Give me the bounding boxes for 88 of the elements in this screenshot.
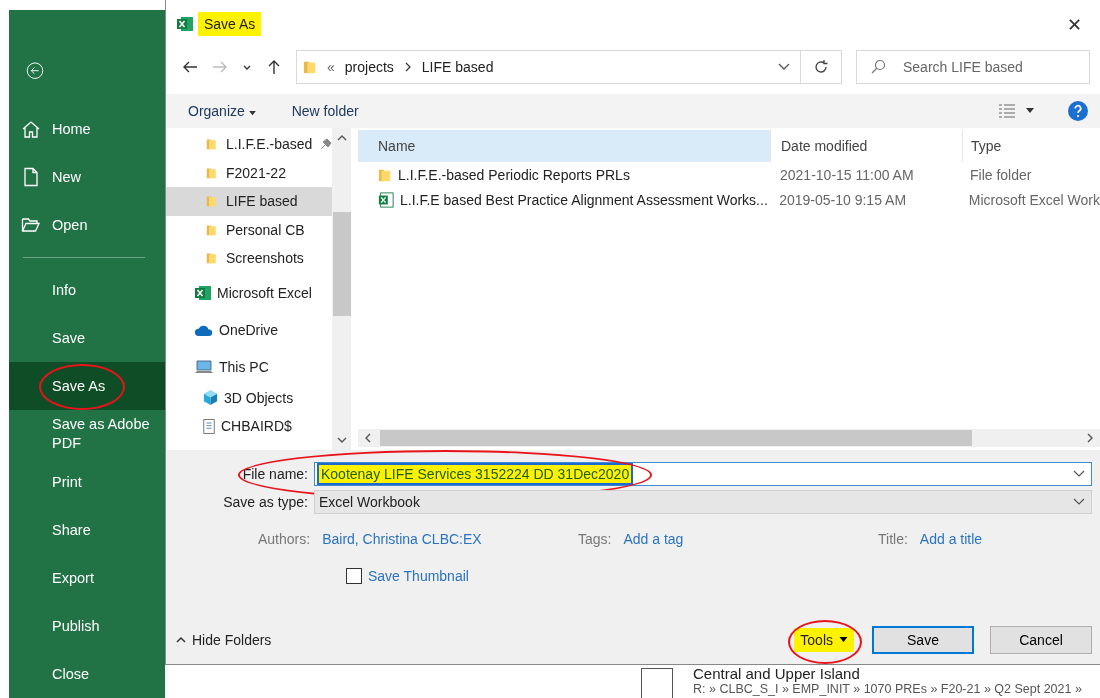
- folder-icon: [303, 59, 317, 75]
- field-label: Title:: [878, 531, 908, 547]
- computer-icon: [194, 359, 214, 375]
- metadata-link[interactable]: Add a tag: [623, 531, 684, 547]
- spreadsheet-icon: [378, 191, 394, 208]
- metadata-link[interactable]: Baird, Christina CLBC:EX: [322, 531, 482, 547]
- field-label: Save as type:: [222, 494, 308, 510]
- checkbox[interactable]: [641, 668, 673, 698]
- sidebar-item[interactable]: Info: [9, 266, 165, 314]
- chevron-down-icon: [1073, 497, 1085, 507]
- field-label: Authors:: [258, 531, 311, 547]
- sidebar-item[interactable]: Export: [9, 554, 165, 602]
- sidebar-item[interactable]: Save As: [9, 362, 165, 410]
- nav-item[interactable]: 3D Objects: [166, 383, 333, 412]
- nav-item[interactable]: Screenshots: [166, 244, 333, 273]
- nav-item[interactable]: LIFE based: [166, 187, 333, 216]
- sidebar-item[interactable]: Open: [9, 201, 165, 250]
- sidebar-item[interactable]: Close: [9, 650, 165, 698]
- nav-item[interactable]: Microsoft Excel: [166, 276, 333, 310]
- file-name-value: Kootenay LIFE Services 3152224 DD 31Dec2020: [319, 465, 632, 483]
- checkbox[interactable]: [346, 568, 362, 584]
- item-path: R: » CLBC_S_I » EMP_INIT » 1070 PREs » F20-21 » Q2 Sept 2021 »: [693, 682, 1082, 697]
- chevron-up-icon: [176, 636, 186, 644]
- organize-button[interactable]: Organize: [188, 103, 256, 119]
- item-title: Central and Upper Island: [693, 665, 861, 682]
- column-header[interactable]: Type: [962, 130, 1100, 162]
- spreadsheet-icon: [194, 284, 212, 302]
- nav-item[interactable]: F2021-22: [166, 158, 333, 187]
- nav-item[interactable]: CHBAIRD$: [166, 412, 333, 441]
- chevron-right-icon[interactable]: [1086, 433, 1094, 443]
- tools-button[interactable]: Tools: [794, 628, 854, 652]
- checkbox-label[interactable]: Save Thumbnail: [368, 568, 469, 584]
- scrollbar[interactable]: [332, 128, 351, 450]
- sidebar-item[interactable]: Share: [9, 506, 165, 554]
- sidebar-item[interactable]: Print: [9, 458, 165, 506]
- cloud-icon: [194, 323, 214, 337]
- file-row[interactable]: L.I.F.E.-based Periodic Reports PRLs 2021-10-15 11:00 AM File folder: [358, 162, 1100, 187]
- sidebar-item[interactable]: Save as Adobe PDF: [9, 410, 165, 458]
- breadcrumb-item[interactable]: projects: [344, 59, 394, 75]
- help-icon[interactable]: [1068, 101, 1088, 121]
- new-folder-button[interactable]: New folder: [291, 103, 359, 119]
- file-name-field[interactable]: Kootenay LIFE Services 3152224 DD 31Dec2020: [314, 462, 1092, 486]
- sidebar-item[interactable]: Save: [9, 314, 165, 362]
- file-date: 2021-10-15 11:00 AM: [779, 166, 915, 183]
- file-type: Microsoft Excel Work: [967, 191, 1100, 208]
- file-row[interactable]: L.I.F.E based Best Practice Alignment Assessment Works... 2019-05-10 9:15 AM Microsoft Excel Work: [358, 187, 1100, 212]
- column-header[interactable]: Date modified: [770, 130, 962, 162]
- field-label: Tags:: [578, 531, 612, 547]
- cancel-button[interactable]: Cancel: [990, 626, 1092, 654]
- caret-icon[interactable]: [1026, 108, 1034, 114]
- home-icon: [21, 119, 41, 140]
- scrollbar[interactable]: [358, 429, 1100, 447]
- overflow-chevron: «: [327, 59, 335, 75]
- spreadsheet-icon: [176, 15, 194, 33]
- nav-item[interactable]: This PC: [166, 350, 333, 384]
- field-label: File name:: [241, 466, 308, 482]
- file-type: File folder: [969, 166, 1033, 183]
- window-title: Save As: [198, 12, 262, 36]
- sidebar-item[interactable]: Home: [9, 105, 165, 154]
- caret-icon: [248, 111, 256, 116]
- nav-item[interactable]: Personal CB: [166, 215, 333, 244]
- sidebar-item[interactable]: New: [9, 153, 165, 202]
- up-arrow-icon[interactable]: [266, 59, 282, 75]
- metadata-link[interactable]: Add a title: [919, 531, 983, 547]
- hide-folders-button[interactable]: Hide Folders: [176, 632, 272, 648]
- file-type-dropdown[interactable]: Excel Workbook: [314, 490, 1092, 514]
- chevron-right-icon: [403, 62, 412, 72]
- chevron-left-icon[interactable]: [364, 433, 372, 443]
- breadcrumb-item[interactable]: LIFE based: [421, 59, 494, 75]
- document-icon: [21, 167, 41, 188]
- network-drive-icon: [202, 417, 216, 435]
- chevron-down-icon[interactable]: [778, 62, 790, 72]
- file-name: L.I.F.E.-based Periodic Reports PRLs: [398, 166, 630, 183]
- close-button[interactable]: ✕: [1060, 12, 1088, 36]
- file-date: 2019-05-10 9:15 AM: [778, 191, 908, 208]
- save-button[interactable]: Save: [872, 626, 974, 654]
- cube-icon: [202, 389, 219, 407]
- chevron-down-icon[interactable]: [1073, 469, 1085, 479]
- back-arrow-icon[interactable]: [182, 59, 198, 75]
- caret-icon: [839, 637, 848, 643]
- refresh-icon: [813, 59, 829, 75]
- address-bar[interactable]: « projects LIFE based: [296, 50, 842, 84]
- column-header[interactable]: Name: [358, 130, 770, 162]
- file-name: L.I.F.E based Best Practice Alignment Assessment Works...: [400, 191, 768, 208]
- search-field[interactable]: Search LIFE based: [856, 50, 1090, 84]
- nav-item[interactable]: L.I.F.E.-based: [166, 130, 333, 159]
- nav-item[interactable]: OneDrive: [166, 313, 333, 347]
- sidebar-item[interactable]: Publish: [9, 602, 165, 650]
